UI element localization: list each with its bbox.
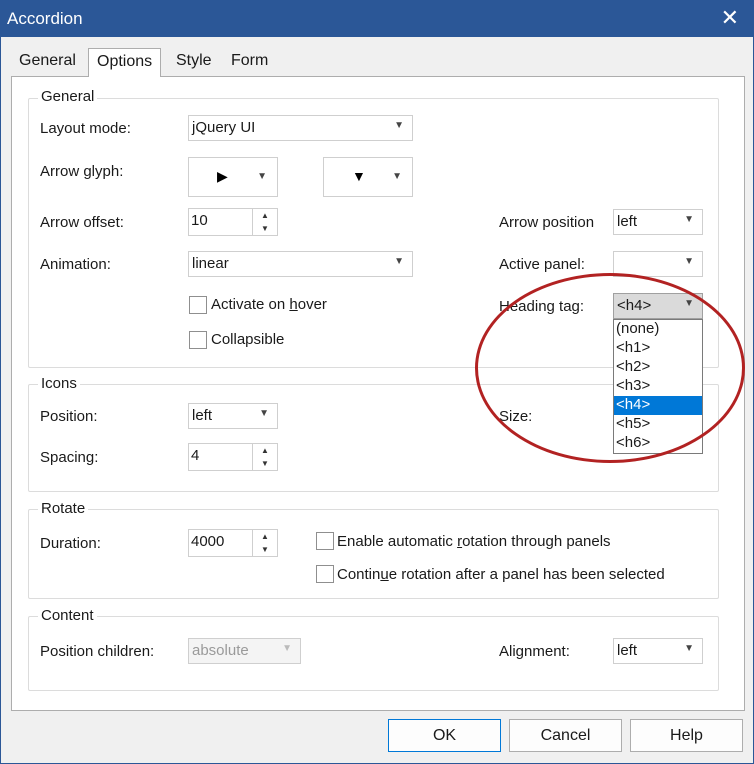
heading-tag-dropdown-list: (none) <h1> <h2> <h3> <h4> <h5> <h6> [613, 319, 703, 454]
chevron-down-icon: ▼ [257, 171, 267, 182]
animation-value: linear [192, 255, 229, 272]
heading-tag-select[interactable]: <h4> ▼ [613, 293, 703, 319]
alignment-value: left [617, 642, 638, 659]
cancel-button[interactable]: Cancel [509, 719, 622, 752]
chevron-down-icon: ▼ [394, 256, 404, 267]
icons-group-title: Icons [38, 375, 80, 392]
animation-label: Animation: [40, 256, 111, 273]
heading-tag-option[interactable]: <h1> [614, 339, 702, 358]
arrow-position-value: left [617, 213, 638, 230]
chevron-down-icon: ▼ [684, 214, 694, 225]
activate-on-hover-checkbox[interactable] [189, 296, 207, 314]
tab-form[interactable]: Form [223, 48, 276, 76]
activate-on-hover-label: Activate on hover [211, 296, 327, 313]
icons-position-value: left [192, 407, 213, 424]
general-group-title: General [38, 88, 98, 105]
layout-mode-value: jQuery UI [192, 119, 256, 136]
duration-value[interactable]: 4000 [189, 530, 253, 556]
position-children-value: absolute [192, 642, 249, 659]
position-children-select: absolute ▼ [188, 638, 301, 664]
heading-tag-option[interactable]: <h5> [614, 415, 702, 434]
heading-tag-option-selected[interactable]: <h4> [614, 396, 702, 415]
heading-tag-option[interactable]: <h6> [614, 434, 702, 453]
spin-up-icon[interactable]: ▲ [253, 444, 277, 457]
spin-up-icon[interactable]: ▲ [253, 209, 277, 222]
options-panel: General Layout mode: jQuery UI ▼ Arrow g… [11, 76, 745, 711]
heading-tag-option[interactable]: <h3> [614, 377, 702, 396]
alignment-select[interactable]: left ▼ [613, 638, 703, 664]
spin-up-icon[interactable]: ▲ [253, 530, 277, 543]
collapsible-checkbox[interactable] [189, 331, 207, 349]
rotate-group-title: Rotate [38, 500, 89, 517]
heading-tag-value: <h4> [617, 297, 652, 314]
layout-mode-label: Layout mode: [40, 120, 131, 137]
auto-rotation-label: Enable automatic rotation through panels [337, 533, 611, 550]
ok-button[interactable]: OK [388, 719, 501, 752]
window-title: Accordion [7, 9, 83, 28]
chevron-down-icon: ▼ [282, 643, 292, 654]
help-button[interactable]: Help [630, 719, 743, 752]
arrow-position-label: Arrow position [499, 214, 595, 231]
continue-rotation-checkbox[interactable] [316, 565, 334, 583]
triangle-right-icon: ▶ [217, 168, 228, 184]
chevron-down-icon: ▼ [684, 298, 694, 309]
auto-rotation-checkbox[interactable] [316, 532, 334, 550]
chevron-down-icon: ▼ [259, 408, 269, 419]
heading-tag-label: Heading tag: [499, 298, 585, 315]
title-bar: Accordion ✕ [1, 1, 753, 37]
arrow-offset-value[interactable]: 10 [189, 209, 253, 235]
icons-spacing-stepper[interactable]: 4 ▲ ▼ [188, 443, 278, 471]
rotate-group [28, 509, 719, 599]
active-panel-select[interactable]: ▼ [613, 251, 703, 277]
spin-down-icon[interactable]: ▼ [253, 457, 277, 470]
spin-down-icon[interactable]: ▼ [253, 222, 277, 235]
arrow-offset-label: Arrow offset: [40, 214, 124, 231]
icons-position-select[interactable]: left ▼ [188, 403, 278, 429]
heading-tag-option[interactable]: (none) [614, 320, 702, 339]
icons-spacing-label: Spacing: [40, 449, 99, 466]
spin-down-icon[interactable]: ▼ [253, 543, 277, 556]
continue-rotation-label: Continue rotation after a panel has been… [337, 566, 665, 583]
arrow-offset-stepper[interactable]: 10 ▲ ▼ [188, 208, 278, 236]
icons-spacing-value[interactable]: 4 [189, 444, 253, 470]
arrow-glyph-collapsed-picker[interactable]: ▶ ▼ [188, 157, 278, 197]
accordion-dialog: Accordion ✕ General Options Style Form G… [0, 0, 754, 764]
position-children-label: Position children: [40, 643, 155, 660]
arrow-position-select[interactable]: left ▼ [613, 209, 703, 235]
alignment-label: Alignment: [499, 643, 570, 660]
arrow-glyph-label: Arrow glyph: [40, 163, 124, 180]
icons-size-label: Size: [499, 408, 533, 425]
animation-select[interactable]: linear ▼ [188, 251, 413, 277]
arrow-glyph-expanded-picker[interactable]: ▼ ▼ [323, 157, 413, 197]
content-group-title: Content [38, 607, 97, 624]
chevron-down-icon: ▼ [684, 643, 694, 654]
tab-style[interactable]: Style [168, 48, 220, 76]
tab-general[interactable]: General [11, 48, 84, 76]
heading-tag-option[interactable]: <h2> [614, 358, 702, 377]
icons-position-label: Position: [40, 408, 98, 425]
duration-stepper[interactable]: 4000 ▲ ▼ [188, 529, 278, 557]
tab-options[interactable]: Options [88, 48, 162, 77]
layout-mode-select[interactable]: jQuery UI ▼ [188, 115, 413, 141]
chevron-down-icon: ▼ [394, 120, 404, 131]
chevron-down-icon: ▼ [684, 256, 694, 267]
duration-label: Duration: [40, 535, 101, 552]
active-panel-label: Active panel: [499, 256, 585, 273]
close-icon[interactable]: ✕ [721, 5, 739, 31]
triangle-down-icon: ▼ [352, 168, 366, 184]
chevron-down-icon: ▼ [392, 171, 402, 182]
collapsible-label: Collapsible [211, 331, 285, 348]
